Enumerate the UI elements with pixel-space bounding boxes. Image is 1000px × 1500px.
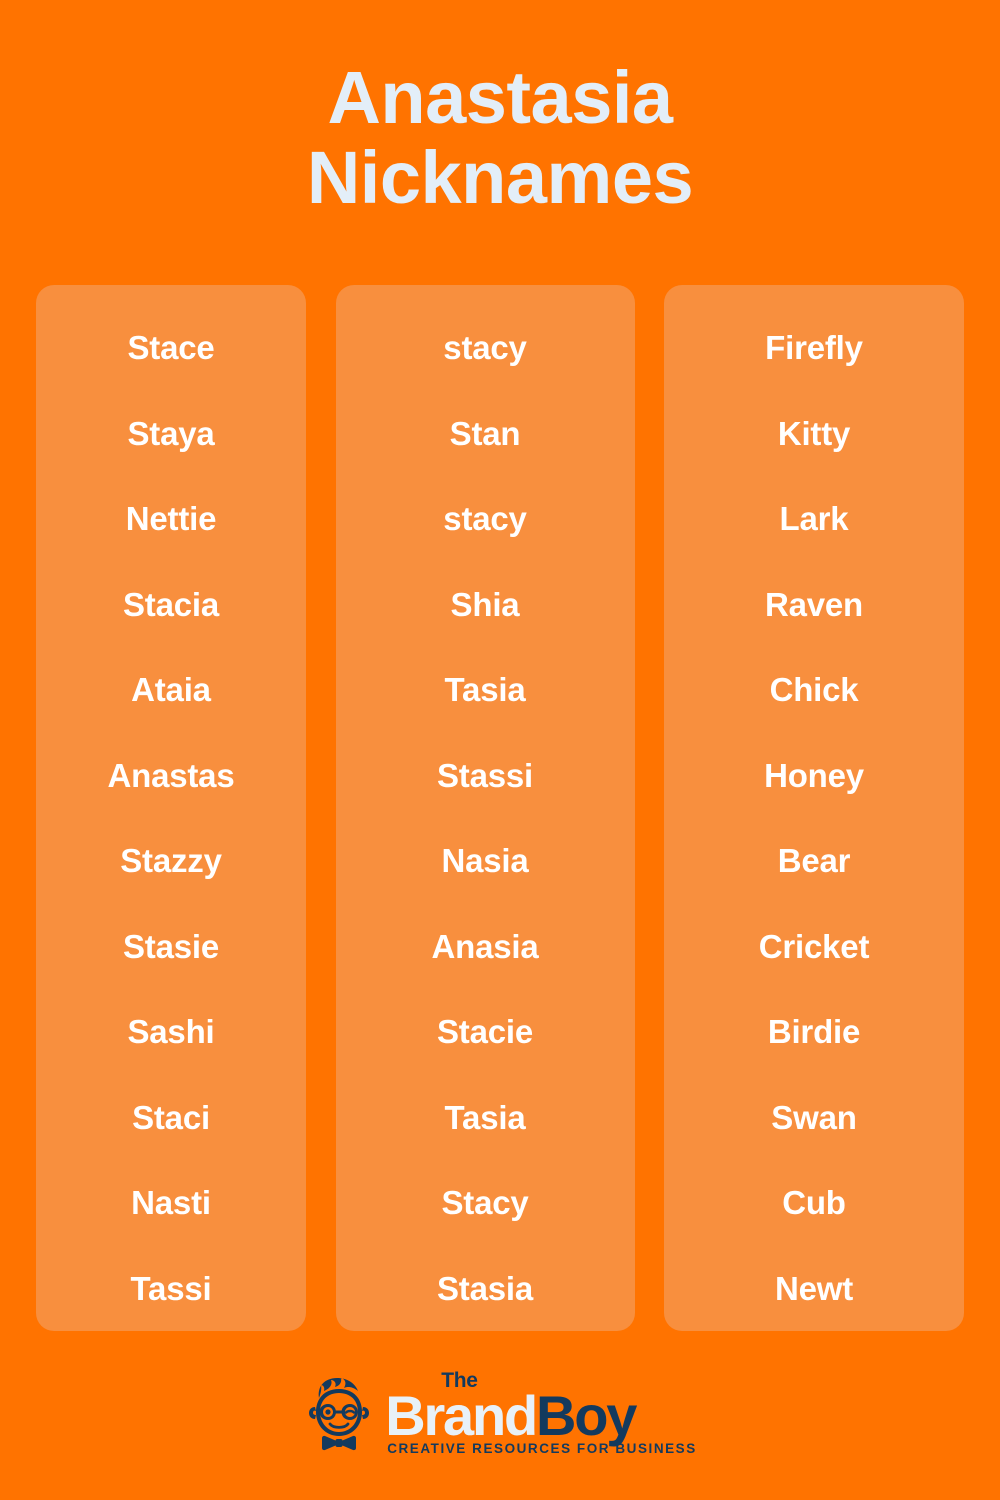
list-item: Firefly [765, 329, 863, 367]
list-item: Swan [771, 1098, 857, 1136]
list-item: Bear [777, 842, 851, 880]
logo-tagline: CREATIVE RESOURCES FOR BUSINESS [387, 1441, 697, 1456]
footer: The BrandBoy CREATIVE RESOURCES FOR BUSI… [0, 1330, 1000, 1500]
title-heading: Anastasia Nicknames [0, 58, 1000, 218]
logo-the-text: The [441, 1369, 478, 1392]
list-item: Lark [779, 500, 849, 538]
list-item: Stasie [122, 927, 220, 965]
list-item: Sashi [127, 1013, 215, 1051]
page-title: Anastasia Nicknames [0, 0, 1000, 218]
list-item: Kitty [777, 414, 851, 452]
list-item: Nasia [441, 842, 529, 880]
list-item: Ataia [131, 671, 211, 709]
list-item: Stacia [122, 585, 220, 623]
list-item: Stace [127, 329, 215, 367]
infographic-page: Anastasia Nicknames Stace Staya Nettie S… [0, 0, 1000, 1500]
list-item: Anastas [107, 756, 235, 794]
logo-boy-text: Boy [536, 1384, 637, 1447]
list-item: Stacie [436, 1013, 534, 1051]
nickname-columns: Stace Staya Nettie Stacia Ataia Anastas … [36, 285, 964, 1331]
nickname-column-1: Stace Staya Nettie Stacia Ataia Anastas … [36, 285, 306, 1331]
list-item: stacy [443, 500, 527, 538]
list-item: Cub [782, 1184, 846, 1222]
list-item: Stan [449, 414, 521, 452]
list-item: Stasia [436, 1269, 534, 1307]
title-line-1: Anastasia [327, 56, 673, 139]
logo-brand-text: Brand [385, 1384, 538, 1447]
list-item: Staci [132, 1098, 210, 1136]
list-item: Shia [450, 585, 520, 623]
list-item: Stacy [441, 1184, 529, 1222]
list-item: stacy [443, 329, 527, 367]
nickname-column-3: Firefly Kitty Lark Raven Chick Honey Bea… [664, 285, 964, 1331]
brandboy-logo[interactable]: The BrandBoy CREATIVE RESOURCES FOR BUSI… [303, 1370, 697, 1456]
boy-with-glasses-and-bowtie-icon [309, 1378, 370, 1451]
list-item: Nasti [131, 1184, 211, 1222]
list-item: Birdie [767, 1013, 861, 1051]
list-item: Newt [774, 1269, 854, 1307]
list-item: Tassi [130, 1269, 212, 1307]
logo-main-text: BrandBoy [385, 1388, 637, 1444]
list-item: Raven [764, 585, 864, 623]
title-line-2: Nicknames [306, 135, 694, 219]
list-item: Stazzy [120, 842, 222, 880]
list-item: Cricket [758, 927, 870, 965]
logo-wordmark: The BrandBoy CREATIVE RESOURCES FOR BUSI… [385, 1370, 697, 1456]
list-item: Nettie [125, 500, 217, 538]
list-item: Chick [769, 671, 859, 709]
list-item: Anasia [431, 927, 539, 965]
list-item: Tasia [444, 1098, 526, 1136]
list-item: Honey [764, 756, 864, 794]
list-item: Tasia [444, 671, 526, 709]
nickname-column-2: stacy Stan stacy Shia Tasia Stassi Nasia… [335, 285, 635, 1331]
list-item: Staya [127, 414, 215, 452]
list-item: Stassi [436, 756, 534, 794]
